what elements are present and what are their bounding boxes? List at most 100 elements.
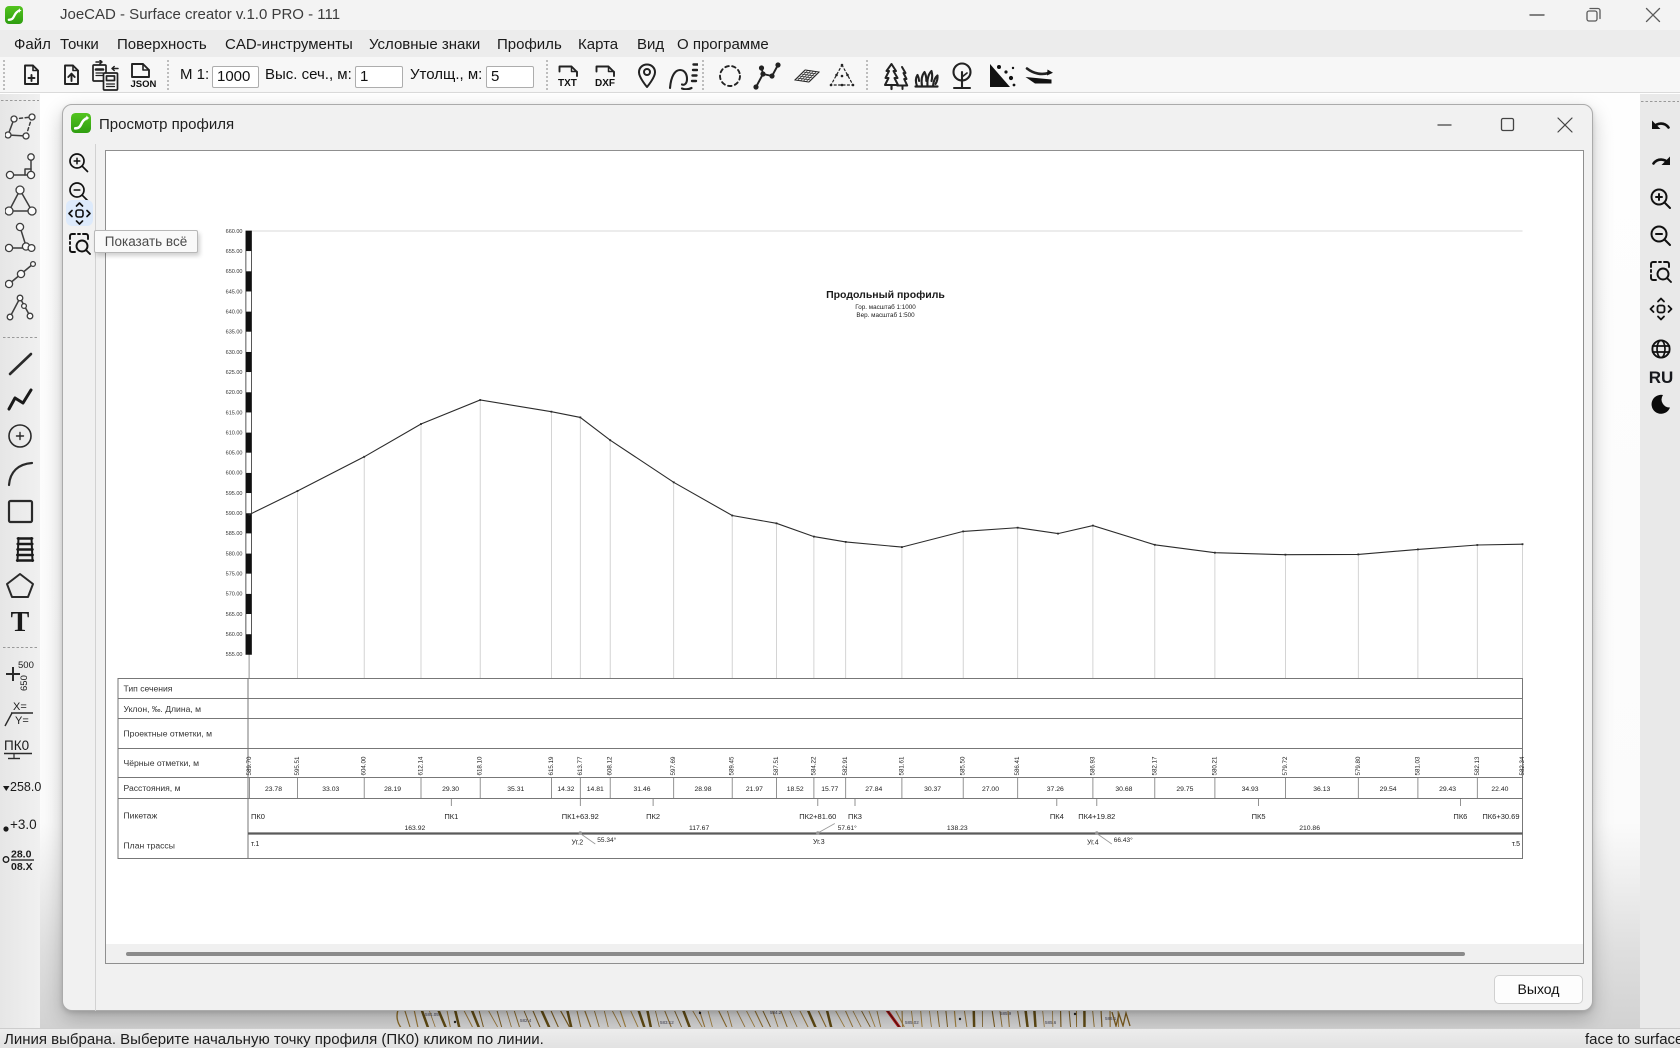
- svg-text:579.80: 579.80: [1354, 756, 1361, 775]
- svg-text:586.1: 586.1: [1105, 1016, 1117, 1021]
- svg-text:605.00: 605.00: [225, 451, 242, 457]
- svg-text:JSON: JSON: [131, 79, 157, 89]
- svg-text:580.00: 580.00: [225, 551, 242, 557]
- svg-text:620.00: 620.00: [225, 390, 242, 396]
- svg-text:590.00: 590.00: [225, 511, 242, 517]
- svg-text:55.34°: 55.34°: [597, 836, 616, 844]
- svg-text:Уг.3: Уг.3: [812, 839, 824, 846]
- svg-text:Y=: Y=: [15, 715, 29, 727]
- svg-text:Тип сечения: Тип сечения: [123, 684, 172, 694]
- svg-text:Пикетаж: Пикетаж: [123, 811, 157, 821]
- svg-text:28.19: 28.19: [384, 786, 401, 793]
- svg-text:630.00: 630.00: [225, 350, 242, 356]
- svg-text:28.98: 28.98: [694, 786, 711, 793]
- svg-text:585.02: 585.02: [905, 1020, 919, 1025]
- svg-text:582.91: 582.91: [842, 756, 849, 775]
- svg-text:597.69: 597.69: [670, 756, 677, 775]
- svg-text:18.52: 18.52: [786, 786, 803, 793]
- svg-text:163.92: 163.92: [404, 825, 425, 832]
- svg-text:29.30: 29.30: [442, 786, 459, 793]
- svg-text:X=: X=: [13, 701, 27, 713]
- svg-text:645.00: 645.00: [225, 289, 242, 295]
- svg-text:Проектные отметки, м: Проектные отметки, м: [123, 729, 212, 739]
- svg-text:640.00: 640.00: [225, 309, 242, 315]
- svg-text:582.17: 582.17: [1151, 756, 1158, 775]
- svg-text:660.00: 660.00: [225, 229, 242, 235]
- svg-text:117.67: 117.67: [688, 825, 709, 832]
- svg-text:586.41: 586.41: [1014, 756, 1021, 775]
- svg-text:66.43°: 66.43°: [1113, 836, 1132, 844]
- svg-text:27.00: 27.00: [981, 786, 998, 793]
- svg-text:Гор. масштаб 1:1000: Гор. масштаб 1:1000: [855, 303, 916, 311]
- svg-text:500: 500: [18, 660, 34, 671]
- svg-text:29.75: 29.75: [1176, 786, 1193, 793]
- svg-text:22.40: 22.40: [1491, 786, 1508, 793]
- svg-text:ПК0: ПК0: [4, 738, 29, 753]
- svg-text:555.00: 555.00: [225, 652, 242, 658]
- svg-text:ПК6+30.69: ПК6+30.69: [1482, 812, 1519, 821]
- svg-text:570.00: 570.00: [225, 592, 242, 598]
- svg-text:581.61: 581.61: [898, 756, 905, 775]
- svg-text:ПК2: ПК2: [646, 812, 660, 821]
- svg-text:583.12: 583.12: [660, 1020, 674, 1025]
- svg-text:28.0: 28.0: [11, 849, 32, 861]
- svg-text:Уг.2: Уг.2: [571, 840, 583, 847]
- svg-text:План трассы: План трассы: [123, 841, 174, 851]
- svg-text:35.31: 35.31: [507, 786, 524, 793]
- svg-text:33.03: 33.03: [322, 786, 339, 793]
- svg-text:14.81: 14.81: [586, 786, 603, 793]
- svg-text:650.00: 650.00: [225, 269, 242, 275]
- svg-text:582.13: 582.13: [1473, 756, 1480, 775]
- svg-text:15.77: 15.77: [821, 786, 838, 793]
- svg-text:565.00: 565.00: [225, 612, 242, 618]
- svg-text:586.93: 586.93: [1089, 756, 1096, 775]
- svg-text:21.97: 21.97: [745, 786, 762, 793]
- svg-text:579.72: 579.72: [1281, 756, 1288, 775]
- svg-text:560.00: 560.00: [225, 632, 242, 638]
- svg-text:08.X: 08.X: [11, 861, 33, 873]
- svg-text:Продольный профиль: Продольный профиль: [826, 289, 945, 301]
- svg-text:ПК6: ПК6: [1453, 812, 1467, 821]
- svg-text:29.43: 29.43: [1439, 786, 1456, 793]
- svg-text:615.19: 615.19: [547, 756, 554, 775]
- svg-text:625.00: 625.00: [225, 370, 242, 376]
- svg-text:30.68: 30.68: [1115, 786, 1132, 793]
- svg-text:ПК0: ПК0: [251, 812, 265, 821]
- svg-text:30.37: 30.37: [924, 786, 941, 793]
- svg-text:Чёрные отметки, м: Чёрные отметки, м: [123, 758, 199, 768]
- svg-text:ПК1: ПК1: [444, 812, 458, 821]
- svg-text:57.61°: 57.61°: [837, 824, 856, 832]
- svg-text:138.23: 138.23: [946, 825, 967, 832]
- svg-text:608.12: 608.12: [606, 756, 613, 775]
- svg-text:618.10: 618.10: [476, 756, 483, 775]
- svg-text:582.34: 582.34: [1519, 756, 1526, 775]
- svg-text:585.00: 585.00: [225, 531, 242, 537]
- svg-text:258.0: 258.0: [10, 780, 41, 794]
- svg-text:615.00: 615.00: [225, 410, 242, 416]
- svg-text:34.93: 34.93: [1241, 786, 1258, 793]
- svg-text:ПК1+63.92: ПК1+63.92: [561, 812, 598, 821]
- svg-text:Уг.4: Уг.4: [1086, 840, 1098, 847]
- svg-text:655.00: 655.00: [225, 249, 242, 255]
- svg-text:36.13: 36.13: [1313, 786, 1330, 793]
- svg-text:589.45: 589.45: [728, 756, 735, 775]
- svg-text:Расстояния, м: Расстояния, м: [123, 783, 180, 793]
- svg-text:210.86: 210.86: [1299, 825, 1320, 832]
- svg-text:585.6: 585.6: [1045, 1020, 1057, 1025]
- svg-text:23.78: 23.78: [264, 786, 281, 793]
- svg-text:27.84: 27.84: [865, 786, 882, 793]
- svg-text:ПК4: ПК4: [1049, 812, 1063, 821]
- svg-text:т.1: т.1: [251, 841, 259, 848]
- svg-text:585.50: 585.50: [959, 756, 966, 775]
- svg-text:DXF: DXF: [595, 78, 615, 89]
- svg-text:Вер. масштаб 1:500: Вер. масштаб 1:500: [856, 311, 915, 319]
- svg-text:ПК5: ПК5: [1251, 812, 1265, 821]
- svg-text:14.32: 14.32: [557, 786, 574, 793]
- svg-text:585.9: 585.9: [1000, 1011, 1012, 1016]
- svg-text:613.77: 613.77: [576, 756, 583, 775]
- svg-text:580.21: 580.21: [1211, 756, 1218, 775]
- svg-text:600.00: 600.00: [225, 471, 242, 477]
- svg-text:584.22: 584.22: [810, 756, 817, 775]
- svg-text:ПК2+81.60: ПК2+81.60: [799, 812, 836, 821]
- svg-text:Уклон, ‰. Длина, м: Уклон, ‰. Длина, м: [123, 704, 201, 714]
